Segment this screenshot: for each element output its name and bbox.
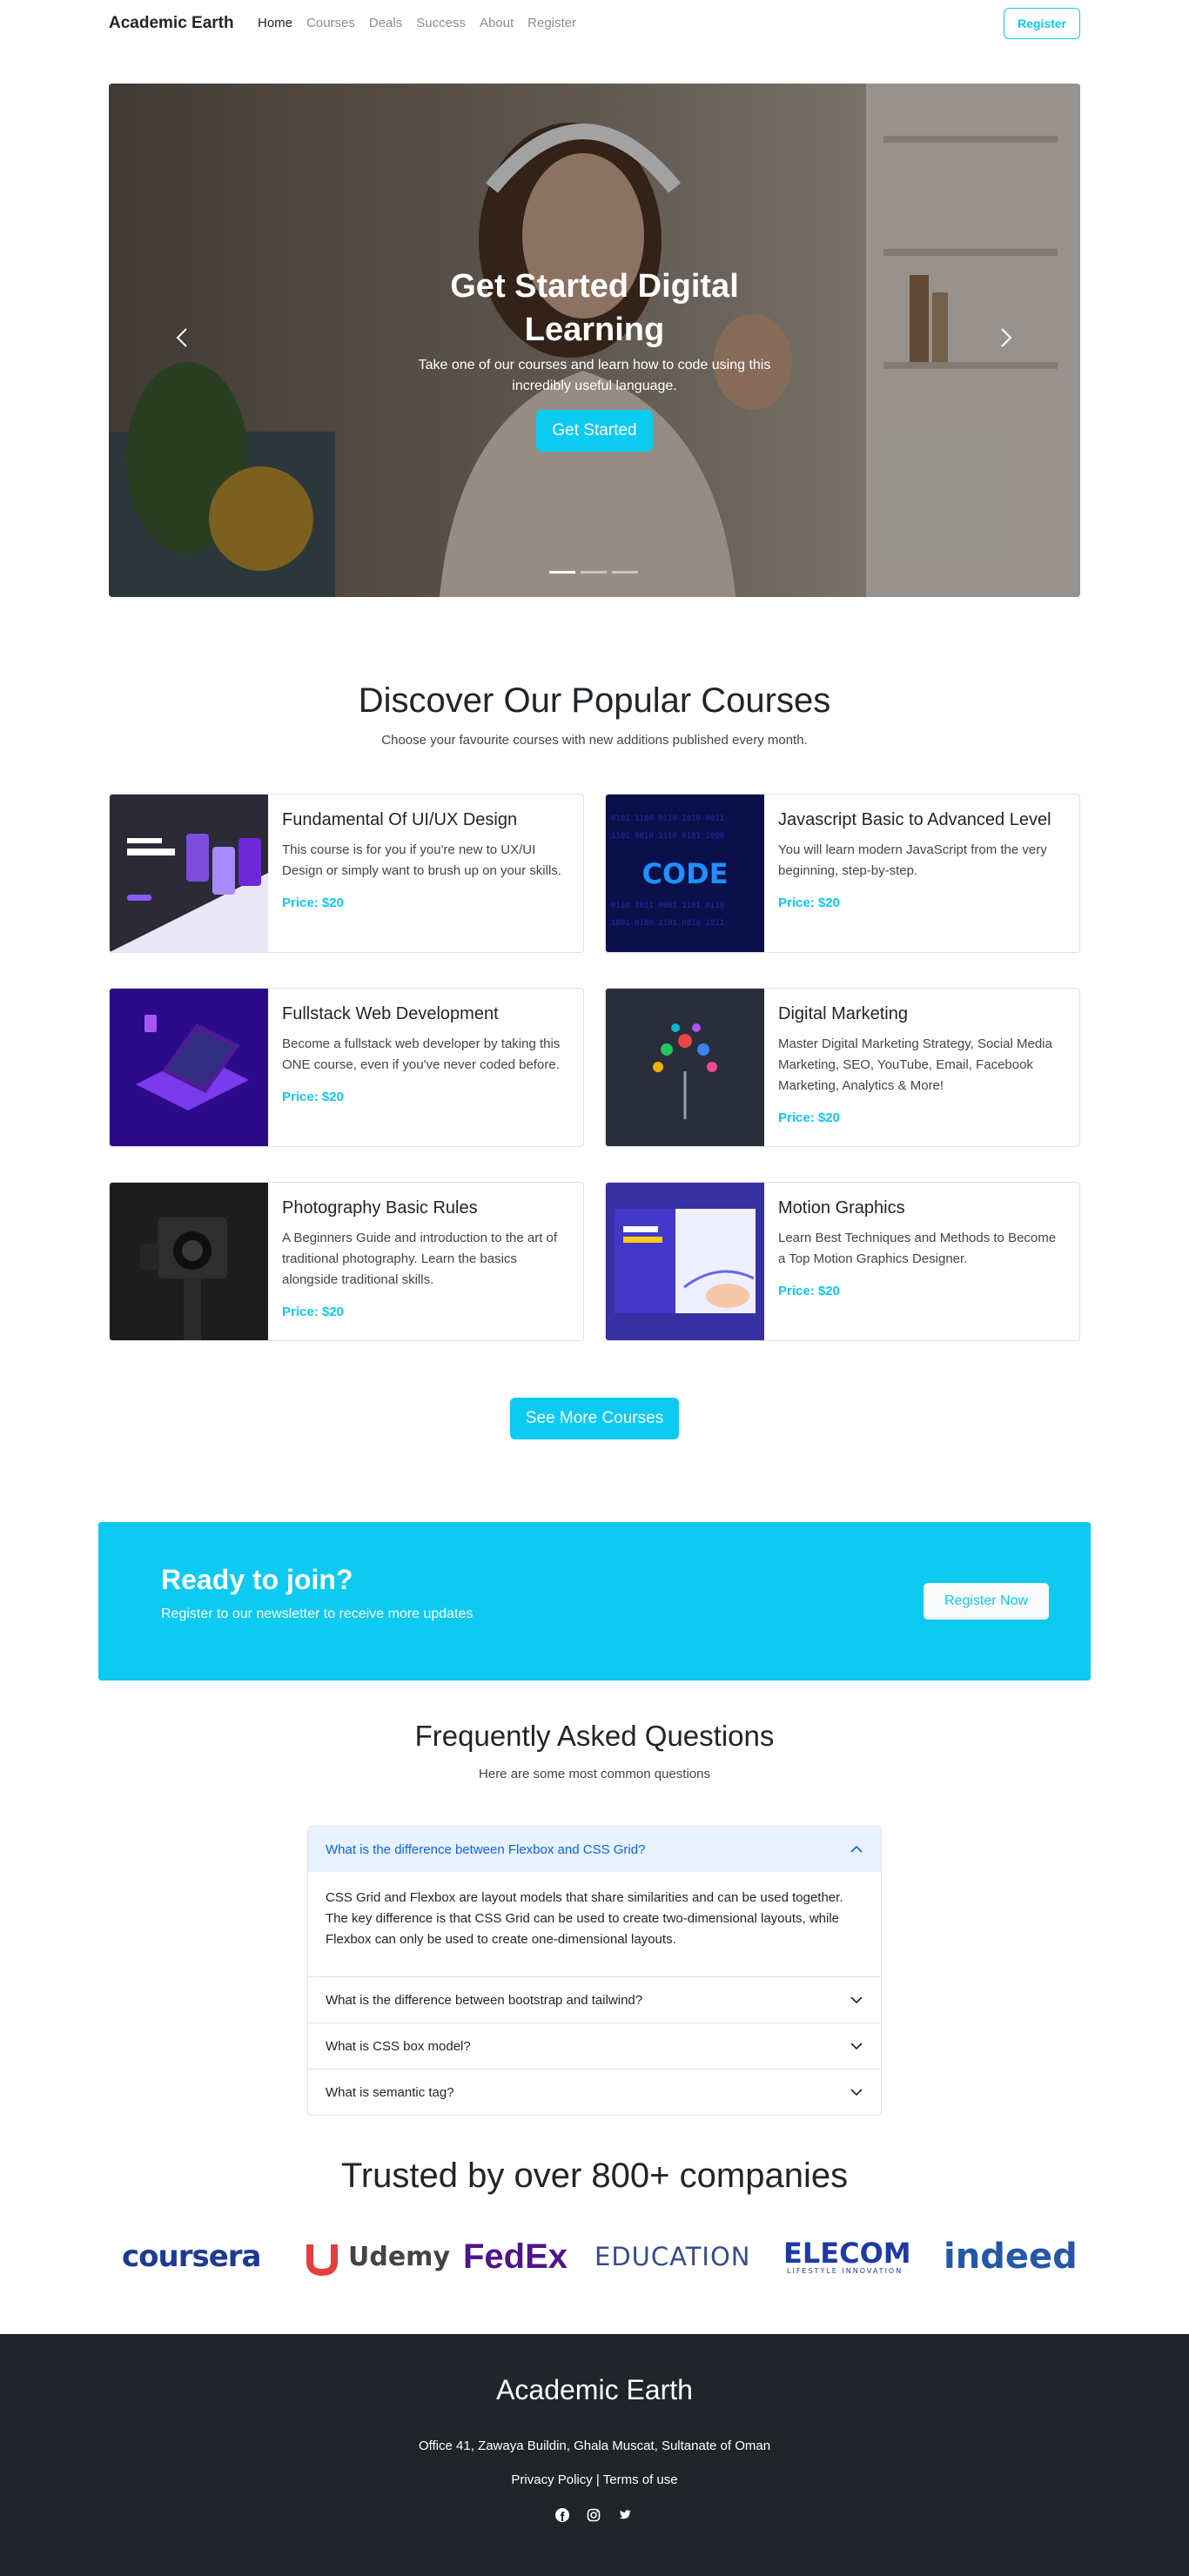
course-card[interactable]: Fundamental Of UI/UX Design This course … bbox=[109, 794, 584, 953]
nav-link-success[interactable]: Success bbox=[416, 16, 466, 30]
nav-link-courses[interactable]: Courses bbox=[306, 16, 355, 30]
course-description: You will learn modern JavaScript from th… bbox=[778, 842, 1047, 878]
course-title[interactable]: Fundamental Of UI/UX Design bbox=[282, 808, 569, 831]
social-icons bbox=[555, 2508, 632, 2522]
faq-subtitle: Here are some most common questions bbox=[479, 1767, 710, 1781]
fedex-logo: FedEx bbox=[463, 2237, 568, 2276]
faq-item: What is the difference between Flexbox a… bbox=[308, 1827, 881, 1977]
footer-address: Office 41, Zawaya Buildin, Ghala Muscat,… bbox=[418, 2438, 771, 2453]
register-button[interactable]: Register bbox=[1004, 8, 1080, 39]
faq-question: What is semantic tag? bbox=[326, 2084, 454, 2100]
faq-question: What is the difference between Flexbox a… bbox=[326, 1841, 646, 1857]
course-image-javascript: 0101 1100 0110 1010 0011 1101 0010 1110 … bbox=[606, 795, 764, 952]
udemy-mark-icon bbox=[306, 2244, 338, 2276]
course-title[interactable]: Motion Graphics bbox=[778, 1197, 1065, 1219]
faq-item: What is semantic tag? bbox=[308, 2070, 881, 2115]
navbar: Academic Earth Home Courses Deals Succes… bbox=[0, 0, 1189, 49]
course-price: Price: $20 bbox=[778, 1110, 840, 1125]
footer-separator: | bbox=[595, 2472, 600, 2487]
hero-carousel: Get Started Digital Learning Take one of… bbox=[109, 84, 1080, 597]
footer-brand: Academic Earth bbox=[496, 2374, 693, 2405]
course-title[interactable]: Javascript Basic to Advanced Level bbox=[778, 808, 1065, 831]
course-title[interactable]: Photography Basic Rules bbox=[282, 1197, 569, 1219]
course-card[interactable]: Photography Basic Rules A Beginners Guid… bbox=[109, 1182, 584, 1341]
nav-link-home[interactable]: Home bbox=[258, 16, 292, 30]
course-description: Become a fullstack web developer by taki… bbox=[282, 1036, 561, 1072]
courses-title: Discover Our Popular Courses bbox=[358, 681, 831, 720]
faq-question-button[interactable]: What is the difference between Flexbox a… bbox=[308, 1827, 881, 1872]
coursera-logo: coursera bbox=[122, 2239, 261, 2274]
facebook-icon[interactable] bbox=[555, 2508, 569, 2522]
svg-text:1001 0100 1101 0010 1011: 1001 0100 1101 0010 1011 bbox=[611, 919, 724, 928]
get-started-button[interactable]: Get Started bbox=[536, 410, 653, 452]
course-card[interactable]: 0101 1100 0110 1010 0011 1101 0010 1110 … bbox=[605, 794, 1080, 953]
newsletter-cta: Ready to join? Register to our newslette… bbox=[98, 1522, 1091, 1680]
course-price: Price: $20 bbox=[778, 896, 840, 910]
course-card[interactable]: Fullstack Web Development Become a fulls… bbox=[109, 988, 584, 1147]
course-image-ui-ux bbox=[110, 795, 268, 952]
faq-question-button[interactable]: What is the difference between bootstrap… bbox=[308, 1977, 881, 2023]
hero-title: Get Started Digital Learning bbox=[450, 268, 739, 348]
faq-item: What is CSS box model? bbox=[308, 2023, 881, 2070]
course-image-fullstack bbox=[110, 989, 268, 1146]
faq-question: What is the difference between bootstrap… bbox=[326, 1992, 643, 2008]
svg-text:1101 0010 1110 0101 1000: 1101 0010 1110 0101 1000 bbox=[611, 832, 724, 841]
course-description: This course is for you if you're new to … bbox=[282, 842, 561, 878]
courses-subtitle: Choose your favourite courses with new a… bbox=[381, 733, 808, 748]
nav-links: Home Courses Deals Success About Registe… bbox=[258, 16, 576, 30]
twitter-icon[interactable] bbox=[618, 2508, 632, 2522]
faq-item: What is the difference between bootstrap… bbox=[308, 1977, 881, 2023]
carousel-indicator-2[interactable] bbox=[581, 571, 607, 574]
course-title[interactable]: Fullstack Web Development bbox=[282, 1003, 569, 1025]
course-description: A Beginners Guide and introduction to th… bbox=[282, 1231, 558, 1287]
course-image-motion-graphics bbox=[606, 1183, 764, 1340]
footer-links: Privacy Policy | Terms of use bbox=[0, 2472, 1189, 2487]
faq-question-button[interactable]: What is semantic tag? bbox=[308, 2070, 881, 2115]
course-price: Price: $20 bbox=[282, 1305, 344, 1319]
carousel-indicator-1[interactable] bbox=[549, 571, 575, 574]
terms-of-use-link[interactable]: Terms of use bbox=[603, 2472, 678, 2487]
faq-question-button[interactable]: What is CSS box model? bbox=[308, 2023, 881, 2069]
faq-accordion: What is the difference between Flexbox a… bbox=[307, 1826, 882, 2116]
carousel-indicator-3[interactable] bbox=[612, 571, 638, 574]
faq-answer: CSS Grid and Flexbox are layout models t… bbox=[326, 1890, 843, 1947]
course-title[interactable]: Digital Marketing bbox=[778, 1003, 1065, 1025]
nav-link-register[interactable]: Register bbox=[527, 16, 576, 30]
instagram-icon[interactable] bbox=[587, 2508, 601, 2522]
elecom-logo: ELECOM LIFESTYLE INNOVATION bbox=[783, 2236, 911, 2275]
footer: Academic Earth Office 41, Zawaya Buildin… bbox=[0, 2334, 1189, 2576]
see-more-courses-button[interactable]: See More Courses bbox=[510, 1398, 679, 1439]
nav-link-about[interactable]: About bbox=[480, 16, 514, 30]
chevron-down-icon bbox=[850, 1996, 863, 2004]
education-logo: EDUCATION bbox=[594, 2242, 751, 2271]
faq-title: Frequently Asked Questions bbox=[414, 1720, 775, 1752]
faq-question: What is CSS box model? bbox=[326, 2038, 471, 2054]
svg-text:0110 1011 0001 1101 0110: 0110 1011 0001 1101 0110 bbox=[611, 902, 724, 910]
course-card[interactable]: Digital Marketing Master Digital Marketi… bbox=[605, 988, 1080, 1147]
hero-subtitle: Take one of our courses and learn how to… bbox=[418, 358, 771, 393]
chevron-up-icon bbox=[850, 1845, 863, 1853]
course-price: Price: $20 bbox=[282, 1090, 344, 1104]
indeed-logo: indeed bbox=[944, 2237, 1078, 2277]
nav-link-deals[interactable]: Deals bbox=[369, 16, 402, 30]
svg-text:CODE: CODE bbox=[642, 857, 728, 890]
brand-logo[interactable]: Academic Earth bbox=[109, 14, 234, 33]
course-description: Learn Best Techniques and Methods to Bec… bbox=[778, 1231, 1057, 1266]
course-description: Master Digital Marketing Strategy, Socia… bbox=[778, 1036, 1052, 1093]
course-image-digital-marketing bbox=[606, 989, 764, 1146]
register-now-button[interactable]: Register Now bbox=[924, 1583, 1049, 1620]
udemy-logo: Udemy bbox=[305, 2235, 450, 2278]
course-card[interactable]: Motion Graphics Learn Best Techniques an… bbox=[605, 1182, 1080, 1341]
course-price: Price: $20 bbox=[778, 1284, 840, 1298]
svg-text:0101 1100 0110 1010 0011: 0101 1100 0110 1010 0011 bbox=[611, 815, 724, 823]
carousel-indicators bbox=[549, 571, 638, 574]
cta-title: Ready to join? bbox=[161, 1564, 353, 1595]
course-price: Price: $20 bbox=[282, 896, 344, 910]
trusted-title: Trusted by over 800+ companies bbox=[340, 2157, 849, 2195]
privacy-policy-link[interactable]: Privacy Policy bbox=[511, 2472, 592, 2487]
chevron-down-icon bbox=[850, 2043, 863, 2050]
cta-subtitle: Register to our newsletter to receive mo… bbox=[161, 1607, 474, 1621]
chevron-down-icon bbox=[850, 2089, 863, 2096]
course-image-photography bbox=[110, 1183, 268, 1340]
